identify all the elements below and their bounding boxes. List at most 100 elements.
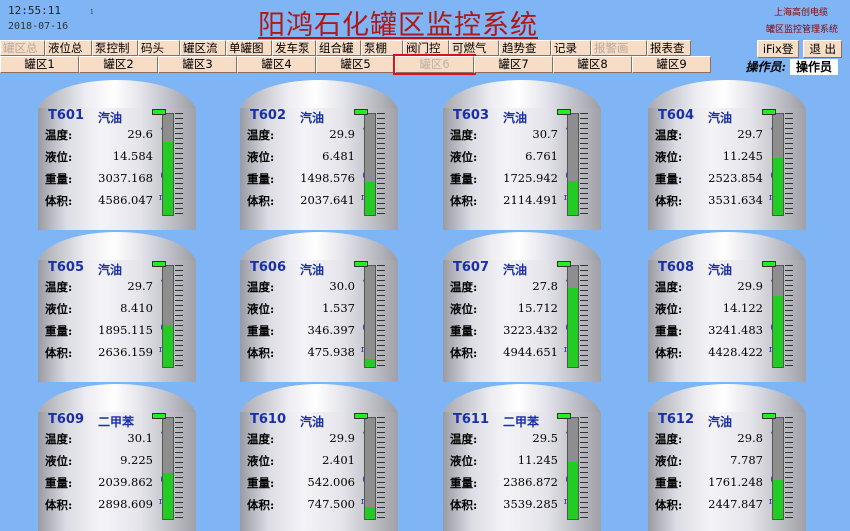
volume-value: 3531.634 xyxy=(708,193,763,207)
tank-temp-row: 温度:29.7℃ xyxy=(655,127,785,143)
level-gauge xyxy=(162,417,174,520)
tank-product: 汽油 xyxy=(708,111,733,125)
tank-level-row: 液位:1.537m xyxy=(247,301,377,317)
level-label: 液位: xyxy=(247,302,275,316)
tank-card[interactable]: T607汽油温度:27.8℃液位:15.712m重量:3223.432(t)体积… xyxy=(443,232,601,382)
temp-value: 29.9 xyxy=(737,279,763,293)
weight-value: 1895.115 xyxy=(98,323,153,337)
area-tab-5[interactable]: 罐区5 xyxy=(316,56,395,73)
area-tab-3[interactable]: 罐区3 xyxy=(158,56,237,73)
nav-button-13[interactable]: 报警画 xyxy=(591,40,647,56)
status-lamp xyxy=(152,413,166,419)
tank-name: T607 xyxy=(453,260,490,275)
tank-product: 汽油 xyxy=(300,263,325,277)
weight-label: 重量: xyxy=(45,476,73,490)
tank-weight-row: 重量:1895.115(t) xyxy=(45,323,175,339)
tank-card[interactable]: T610汽油温度:29.9℃液位:2.401m重量:542.006(t)体积:7… xyxy=(240,384,398,531)
level-gauge xyxy=(364,113,376,216)
nav-button-0[interactable]: 罐区总 xyxy=(0,40,45,56)
nav-button-2[interactable]: 泵控制 xyxy=(92,40,138,56)
weight-value: 2386.872 xyxy=(503,475,558,489)
system-name: 罐区监控管理系统 xyxy=(765,25,838,35)
level-fill xyxy=(568,288,578,367)
ifix-login-button[interactable]: iFix登 xyxy=(756,40,800,58)
level-label: 液位: xyxy=(45,454,73,468)
volume-label: 体积: xyxy=(655,194,683,208)
nav-button-4[interactable]: 罐区流 xyxy=(180,40,226,56)
operator-display: 操作员: 操作员 xyxy=(746,58,838,75)
weight-value: 346.397 xyxy=(307,323,355,337)
area-tab-9[interactable]: 罐区9 xyxy=(632,56,711,73)
area-tab-8[interactable]: 罐区8 xyxy=(553,56,632,73)
level-label: 液位: xyxy=(247,150,275,164)
status-lamp xyxy=(557,413,571,419)
gauge-scale xyxy=(580,417,588,520)
exit-button[interactable]: 退 出 xyxy=(803,40,842,58)
level-fill xyxy=(365,181,375,215)
nav-button-3[interactable]: 码头 xyxy=(138,40,180,56)
status-lamp xyxy=(152,109,166,115)
area-tab-7[interactable]: 罐区7 xyxy=(474,56,553,73)
tank-card[interactable]: T602汽油温度:29.9℃液位:6.481m重量:1498.576(t)体积:… xyxy=(240,80,398,230)
level-value: 7.787 xyxy=(730,453,763,467)
level-fill xyxy=(773,479,783,519)
volume-value: 2898.609 xyxy=(98,497,153,511)
status-lamp xyxy=(762,413,776,419)
nav-button-11[interactable]: 趋势查 xyxy=(499,40,551,56)
temp-label: 温度: xyxy=(655,432,683,446)
nav-button-6[interactable]: 发车泵 xyxy=(272,40,316,56)
operator-value: 操作员 xyxy=(789,58,838,75)
level-gauge xyxy=(364,265,376,368)
tank-card[interactable]: T603汽油温度:30.7℃液位:6.761m重量:1725.942(t)体积:… xyxy=(443,80,601,230)
weight-label: 重量: xyxy=(450,476,478,490)
area-tab-2[interactable]: 罐区2 xyxy=(79,56,158,73)
nav-button-7[interactable]: 组合罐 xyxy=(316,40,361,56)
level-label: 液位: xyxy=(45,302,73,316)
weight-label: 重量: xyxy=(450,172,478,186)
tank-temp-row: 温度:30.1℃ xyxy=(45,431,175,447)
nav-button-1[interactable]: 液位总 xyxy=(45,40,92,56)
volume-value: 2447.847 xyxy=(708,497,763,511)
status-lamp xyxy=(557,109,571,115)
level-value: 9.225 xyxy=(120,453,153,467)
area-tab-1[interactable]: 罐区1 xyxy=(0,56,79,73)
tank-volume-row: 体积:4428.422m³ xyxy=(655,345,785,361)
nav-button-9[interactable]: 阀门控 xyxy=(403,40,449,56)
tank-level-row: 液位:8.410m xyxy=(45,301,175,317)
tank-product: 汽油 xyxy=(98,263,123,277)
tank-volume-row: 体积:3531.634m³ xyxy=(655,193,785,209)
weight-label: 重量: xyxy=(450,324,478,338)
nav-button-12[interactable]: 记录 xyxy=(551,40,591,56)
tank-card[interactable]: T612汽油温度:29.8℃液位:7.787m重量:1761.248(t)体积:… xyxy=(648,384,806,531)
tank-card[interactable]: T605汽油温度:29.7℃液位:8.410m重量:1895.115(t)体积:… xyxy=(38,232,196,382)
volume-label: 体积: xyxy=(450,194,478,208)
tank-card[interactable]: T611二甲苯温度:29.5℃液位:11.245m重量:2386.872(t)体… xyxy=(443,384,601,531)
gauge-scale xyxy=(175,417,183,520)
tank-product: 汽油 xyxy=(708,263,733,277)
tank-name: T612 xyxy=(658,412,695,427)
tank-card[interactable]: T609二甲苯温度:30.1℃液位:9.225m重量:2039.862(t)体积… xyxy=(38,384,196,531)
weight-label: 重量: xyxy=(45,172,73,186)
nav-button-14[interactable]: 报表查 xyxy=(647,40,691,56)
volume-label: 体积: xyxy=(45,498,73,512)
volume-value: 2114.491 xyxy=(503,193,558,207)
tank-weight-row: 重量:1761.248(t) xyxy=(655,475,785,491)
nav-button-8[interactable]: 泵棚 xyxy=(361,40,403,56)
tank-card[interactable]: T604汽油温度:29.7℃液位:11.245m重量:2523.854(t)体积… xyxy=(648,80,806,230)
nav-button-10[interactable]: 可燃气 xyxy=(449,40,499,56)
tank-card[interactable]: T601汽油温度:29.6℃液位:14.584m重量:3037.168(t)体积… xyxy=(38,80,196,230)
nav-button-5[interactable]: 单罐图 xyxy=(226,40,272,56)
level-value: 1.537 xyxy=(322,301,355,315)
temp-value: 29.9 xyxy=(329,127,355,141)
tank-temp-row: 温度:29.9℃ xyxy=(655,279,785,295)
weight-value: 1761.248 xyxy=(708,475,763,489)
tank-card[interactable]: T608汽油温度:29.9℃液位:14.122m重量:3241.483(t)体积… xyxy=(648,232,806,382)
weight-value: 1725.942 xyxy=(503,171,558,185)
area-tab-4[interactable]: 罐区4 xyxy=(237,56,316,73)
volume-value: 2037.641 xyxy=(300,193,355,207)
tank-product: 汽油 xyxy=(708,415,733,429)
area-tab-6[interactable]: 罐区6 xyxy=(393,54,476,75)
tank-name: T602 xyxy=(250,108,287,123)
gauge-scale xyxy=(377,417,385,520)
tank-card[interactable]: T606汽油温度:30.0℃液位:1.537m重量:346.397(t)体积:4… xyxy=(240,232,398,382)
